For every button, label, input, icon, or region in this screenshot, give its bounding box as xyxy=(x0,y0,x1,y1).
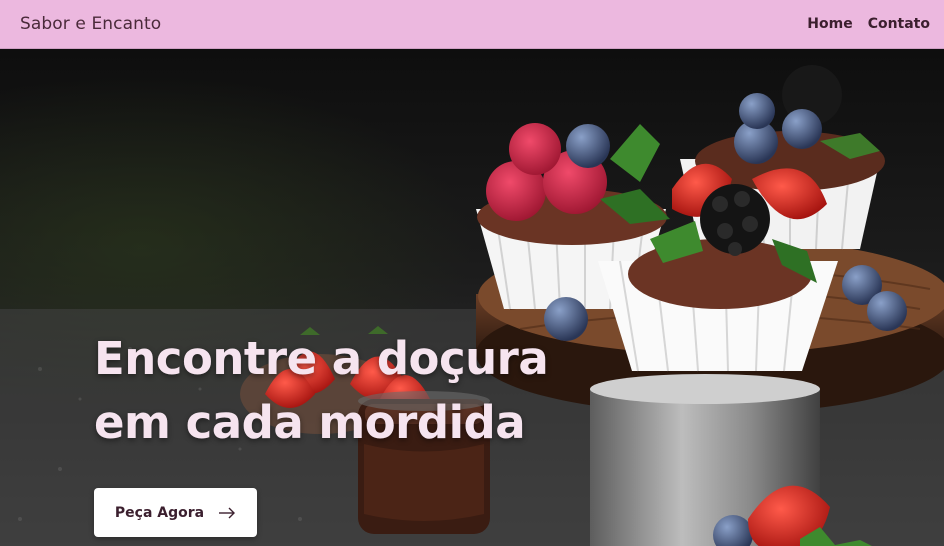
brand-logo-text[interactable]: Sabor e Encanto xyxy=(20,14,161,34)
order-now-button[interactable]: Peça Agora xyxy=(94,488,257,537)
hero-title: Encontre a doçura em cada mordida xyxy=(94,327,614,455)
nav-link-contato[interactable]: Contato xyxy=(868,16,930,32)
hero-section: Encontre a doçura em cada mordida Peça A… xyxy=(0,49,944,546)
nav-link-home[interactable]: Home xyxy=(807,16,852,32)
top-navbar: Sabor e Encanto Home Contato xyxy=(0,0,944,49)
arrow-right-icon xyxy=(219,507,236,518)
nav-links: Home Contato xyxy=(807,16,930,32)
hero-title-line-2: em cada mordida xyxy=(94,396,526,449)
order-now-button-label: Peça Agora xyxy=(114,504,205,521)
hero-title-line-1: Encontre a doçura xyxy=(94,332,549,385)
hero-background-image xyxy=(0,49,944,546)
